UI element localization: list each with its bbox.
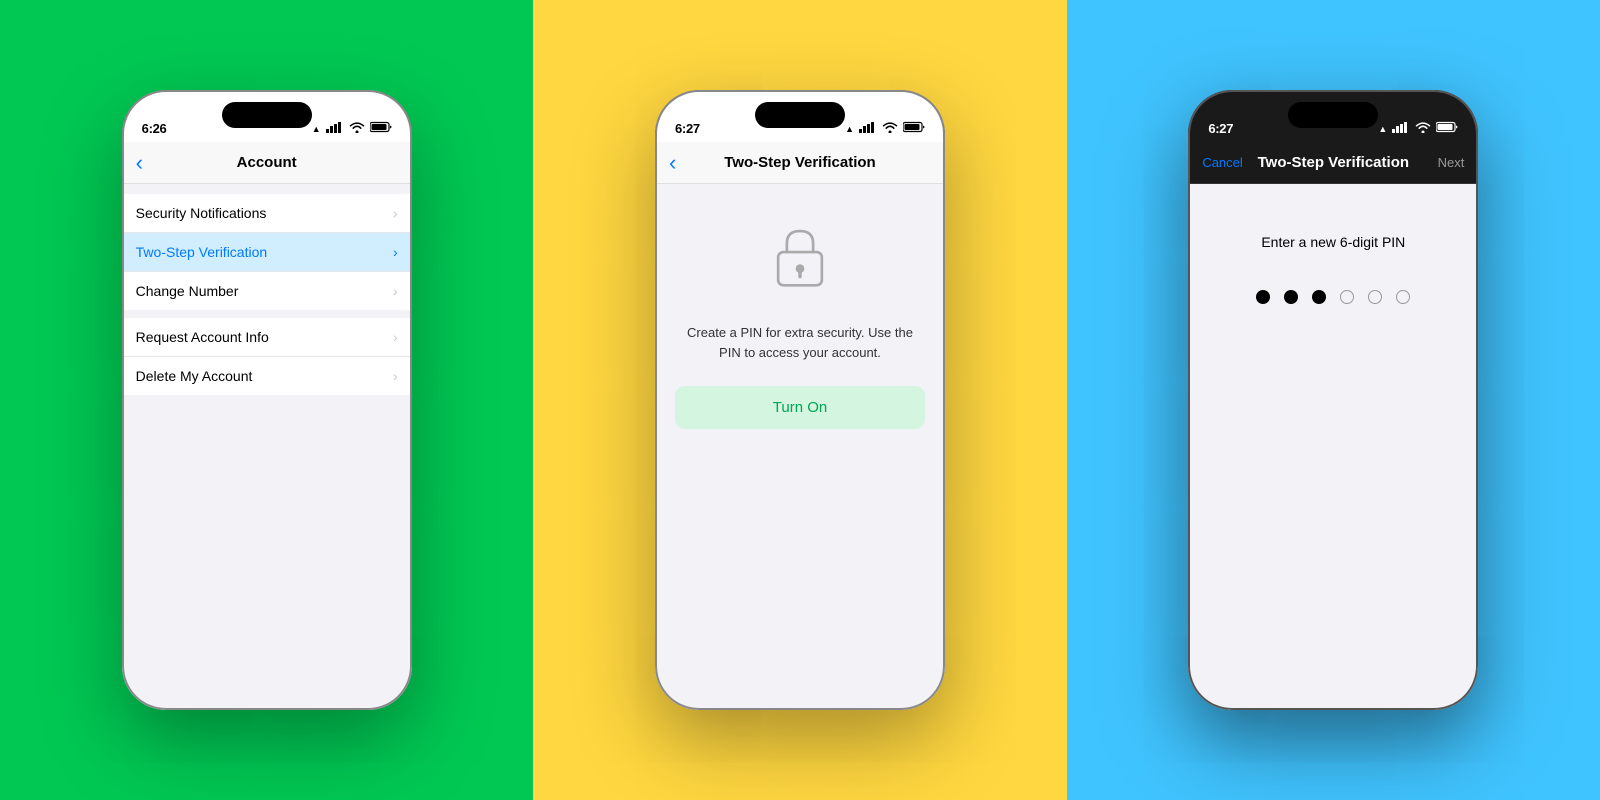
lock-icon: [765, 224, 835, 323]
chevron-icon-4: ›: [393, 329, 398, 345]
security-notifications-label: Security Notifications: [136, 205, 393, 221]
location-icon-3: ▲: [1378, 124, 1387, 134]
pin-dots-container: [1256, 290, 1410, 304]
wifi-icon-2: [882, 121, 898, 136]
status-time-2: 6:27: [675, 121, 700, 136]
nav-bar-3: Cancel Two-Step Verification Next: [1188, 142, 1478, 184]
chevron-icon-5: ›: [393, 368, 398, 384]
status-icons-1: ▲: [312, 121, 392, 136]
signal-icon-2: [859, 121, 877, 136]
panel-yellow: 6:27 ▲ ‹ Two-Step Verification: [533, 0, 1066, 800]
verification-description: Create a PIN for extra security. Use the…: [675, 323, 925, 362]
phone-1: 6:26 ▲ ‹ Account: [122, 90, 412, 710]
pin-dot-5: [1368, 290, 1382, 304]
dynamic-island-2: [755, 102, 845, 128]
status-icons-3: ▲: [1378, 121, 1458, 136]
next-button[interactable]: Next: [1438, 155, 1465, 170]
request-account-label: Request Account Info: [136, 329, 393, 345]
phone-2: 6:27 ▲ ‹ Two-Step Verification: [655, 90, 945, 710]
chevron-icon-1: ›: [393, 205, 398, 221]
battery-icon-1: [370, 121, 392, 136]
dynamic-island: [222, 102, 312, 128]
wifi-icon-1: [349, 121, 365, 136]
signal-icon-3: [1392, 121, 1410, 136]
chevron-icon-3: ›: [393, 283, 398, 299]
request-account-item[interactable]: Request Account Info ›: [122, 318, 412, 357]
two-step-item[interactable]: Two-Step Verification ›: [122, 233, 412, 272]
dynamic-island-3: [1288, 102, 1378, 128]
status-icons-2: ▲: [845, 121, 925, 136]
two-step-label: Two-Step Verification: [136, 244, 393, 260]
pin-dot-4: [1340, 290, 1354, 304]
two-step-screen: Create a PIN for extra security. Use the…: [655, 184, 945, 710]
pin-instruction-label: Enter a new 6-digit PIN: [1261, 234, 1405, 250]
panel-green: 6:26 ▲ ‹ Account: [0, 0, 533, 800]
nav-bar-2: ‹ Two-Step Verification: [655, 142, 945, 184]
panel-blue: 6:27 ▲ Cancel Two-Step Verification Next: [1067, 0, 1600, 800]
battery-icon-2: [903, 121, 925, 136]
delete-account-item[interactable]: Delete My Account ›: [122, 357, 412, 395]
location-icon-2: ▲: [845, 124, 854, 134]
delete-account-label: Delete My Account: [136, 368, 393, 384]
turn-on-button[interactable]: Turn On: [675, 386, 925, 429]
nav-title-1: Account: [237, 154, 297, 171]
back-button-2[interactable]: ‹: [669, 150, 676, 176]
change-number-item[interactable]: Change Number ›: [122, 272, 412, 310]
security-notifications-item[interactable]: Security Notifications ›: [122, 194, 412, 233]
phone-3: 6:27 ▲ Cancel Two-Step Verification Next: [1188, 90, 1478, 710]
pin-dot-6: [1396, 290, 1410, 304]
nav-bar-1: ‹ Account: [122, 142, 412, 184]
pin-dot-3: [1312, 290, 1326, 304]
cancel-button[interactable]: Cancel: [1202, 155, 1242, 170]
status-time-1: 6:26: [142, 121, 167, 136]
change-number-label: Change Number: [136, 283, 393, 299]
nav-title-2: Two-Step Verification: [724, 154, 875, 171]
account-section-2: Request Account Info › Delete My Account…: [122, 318, 412, 395]
location-icon-1: ▲: [312, 124, 321, 134]
chevron-icon-2: ›: [393, 244, 398, 260]
status-time-3: 6:27: [1208, 121, 1233, 136]
signal-icon-1: [326, 121, 344, 136]
pin-dot-1: [1256, 290, 1270, 304]
account-screen: Security Notifications › Two-Step Verifi…: [122, 184, 412, 710]
account-section-1: Security Notifications › Two-Step Verifi…: [122, 194, 412, 310]
nav-title-3: Two-Step Verification: [1258, 154, 1409, 171]
wifi-icon-3: [1415, 121, 1431, 136]
pin-dot-2: [1284, 290, 1298, 304]
back-button-1[interactable]: ‹: [136, 150, 143, 176]
battery-icon-3: [1436, 121, 1458, 136]
pin-entry-screen: Enter a new 6-digit PIN: [1188, 184, 1478, 710]
